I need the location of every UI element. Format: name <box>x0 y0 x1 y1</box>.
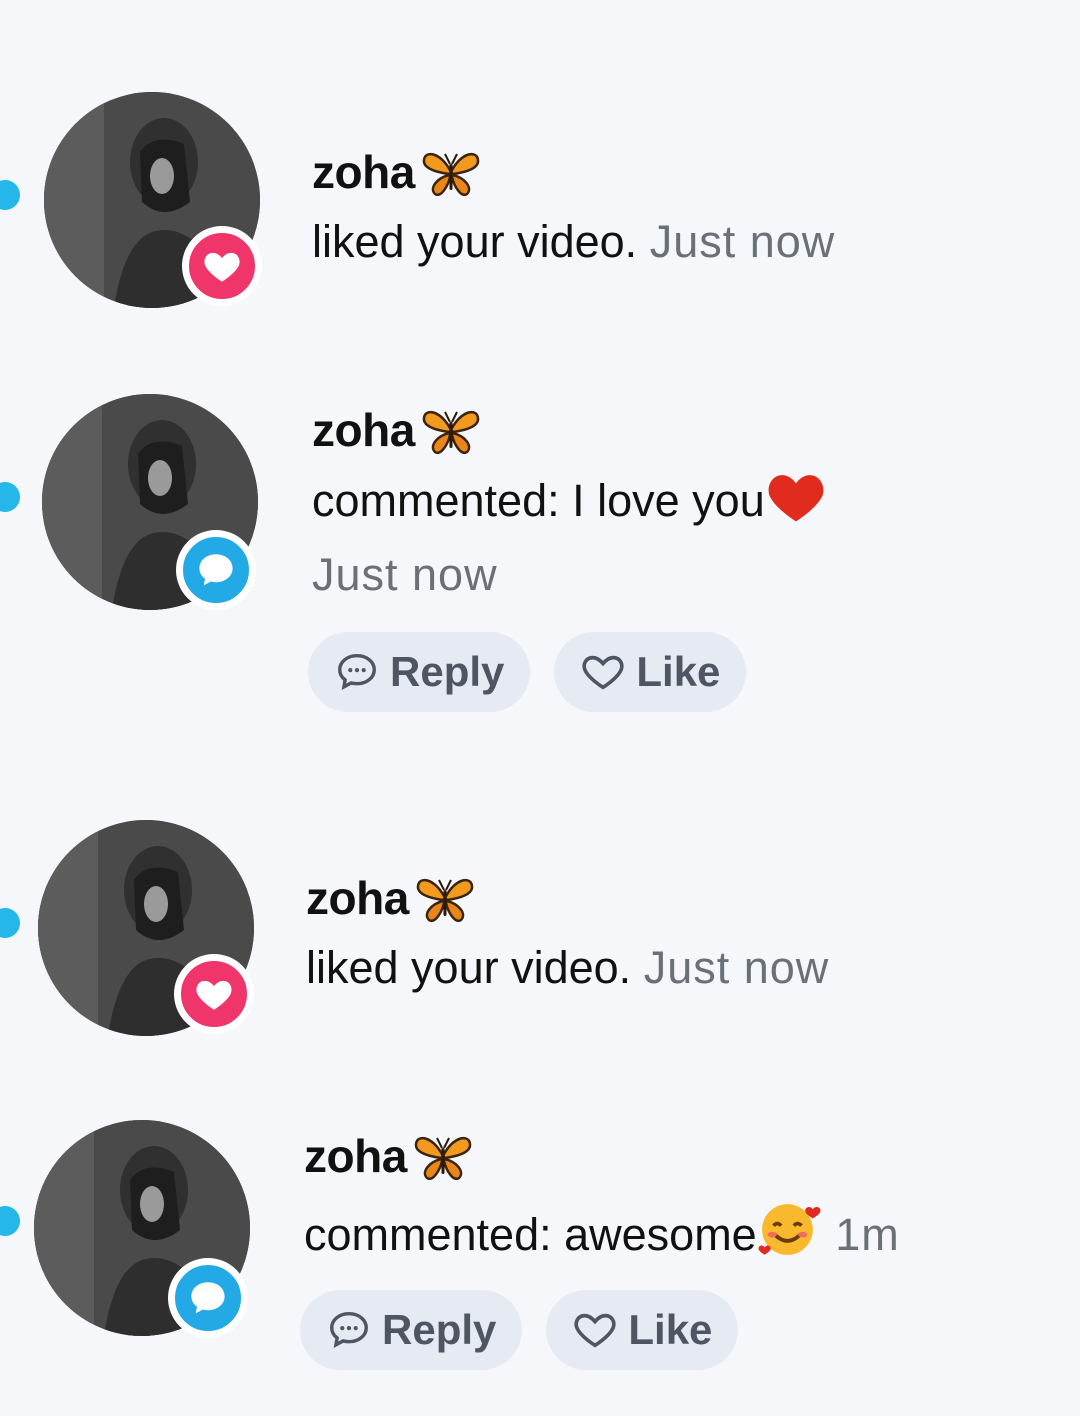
reply-label: Reply <box>382 1306 497 1353</box>
timestamp: Just now <box>643 942 830 993</box>
heart-icon <box>196 980 232 1010</box>
unread-dot <box>0 482 20 512</box>
like-badge <box>174 954 254 1034</box>
like-label: Like <box>628 1306 713 1353</box>
like-button[interactable]: Like <box>546 1290 739 1370</box>
like-button[interactable]: Like <box>554 632 747 712</box>
action-text: liked your video. <box>306 942 632 993</box>
butterfly-icon <box>422 410 480 455</box>
username[interactable]: zoha <box>304 1128 407 1184</box>
username-row: zoha <box>306 870 829 926</box>
butterfly-icon <box>416 878 474 923</box>
comment-actions: Reply Like <box>300 1290 739 1370</box>
heart-outline-icon <box>582 655 624 690</box>
timestamp: Just now <box>649 216 836 267</box>
reply-label: Reply <box>390 648 505 695</box>
heart-outline-icon <box>574 1313 616 1348</box>
username[interactable]: zoha <box>312 144 415 200</box>
username[interactable]: zoha <box>312 402 415 458</box>
comment-badge <box>176 530 256 610</box>
timestamp: Just now <box>312 549 498 600</box>
notification-text: zoha commented: awesome 1m <box>304 1128 900 1273</box>
like-label: Like <box>636 648 721 695</box>
username[interactable]: zoha <box>306 870 409 926</box>
notification-text: zoha liked your video. Just now <box>306 870 829 998</box>
action-text: commented: I love you <box>312 475 765 526</box>
reply-button[interactable]: Reply <box>300 1290 523 1370</box>
comment-badge <box>168 1258 248 1338</box>
comment-bubble-icon <box>191 1282 225 1314</box>
reply-bubble-icon <box>330 1311 368 1348</box>
unread-dot <box>0 1206 20 1236</box>
timestamp: 1m <box>835 1209 900 1260</box>
comment-actions: Reply Like <box>308 632 747 712</box>
action-text: commented: awesome <box>304 1209 757 1260</box>
username-row: zoha <box>312 144 835 200</box>
username-row: zoha <box>312 402 827 458</box>
butterfly-icon <box>414 1136 472 1181</box>
heart-icon <box>204 252 240 282</box>
reply-button[interactable]: Reply <box>308 632 531 712</box>
smiling-face-with-hearts-icon <box>757 1196 823 1273</box>
like-badge <box>182 226 262 306</box>
red-heart-icon <box>765 470 827 539</box>
unread-dot <box>0 908 20 938</box>
action-text: liked your video. <box>312 216 638 267</box>
username-row: zoha <box>304 1128 900 1184</box>
butterfly-icon <box>422 152 480 197</box>
notification-text: zoha liked your video. Just now <box>312 144 835 272</box>
comment-bubble-icon <box>199 554 233 586</box>
reply-bubble-icon <box>338 653 376 690</box>
notification-text: zoha commented: I love you Just now <box>312 402 827 605</box>
unread-dot <box>0 180 20 210</box>
